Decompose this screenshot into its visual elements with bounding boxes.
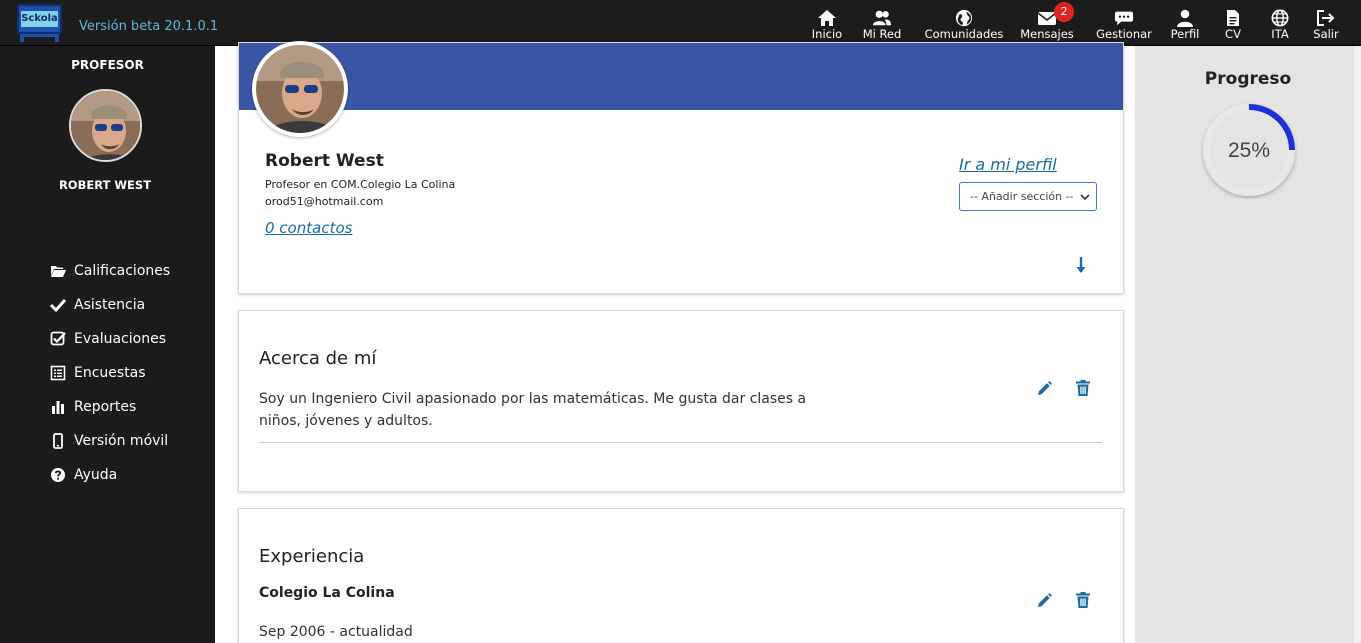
edit-about-pencil-icon[interactable]	[1035, 380, 1053, 398]
profile-avatar[interactable]	[252, 41, 348, 137]
sidebar: PROFESOR ROBERT WEST Calificaciones Asis…	[0, 46, 215, 643]
sidebar-item-asistencia[interactable]: Asistencia	[50, 288, 170, 322]
sidebar-item-evaluaciones[interactable]: Evaluaciones	[50, 322, 170, 356]
progress-title: Progreso	[1204, 69, 1292, 89]
mobile-icon	[53, 433, 63, 449]
arrow-down-icon[interactable]	[1074, 255, 1088, 275]
nav-perfil[interactable]: Perfil	[1168, 0, 1202, 46]
experience-card: Experiencia Colegio La Colina Sep 2006 -…	[238, 508, 1124, 643]
sidebar-item-ayuda[interactable]: Ayuda	[50, 458, 170, 492]
main-content: Robert West Profesor en COM.Colegio La C…	[215, 41, 1135, 643]
globe-icon	[955, 9, 973, 27]
messages-count-badge: 2	[1054, 2, 1074, 22]
nav-comunidades[interactable]: Comunidades	[925, 0, 1003, 46]
profile-photo	[256, 45, 344, 133]
world-icon	[1271, 9, 1289, 27]
experience-title: Experiencia	[259, 546, 365, 567]
sidebar-item-encuestas[interactable]: Encuestas	[50, 356, 170, 390]
experience-organization: Colegio La Colina	[259, 585, 395, 601]
folder-open-icon	[51, 266, 66, 277]
about-divider	[259, 442, 1102, 443]
sidebar-item-label: Encuestas	[74, 365, 146, 381]
sckola-logo[interactable]: Sckola	[17, 4, 62, 42]
chat-bubble-icon	[1114, 11, 1134, 26]
about-card: Acerca de mí Soy un Ingeniero Civil apas…	[238, 310, 1124, 492]
progress-panel: Progreso 25%	[1135, 46, 1361, 643]
experience-dates: Sep 2006 - actualidad	[259, 624, 413, 640]
avatar-photo	[71, 91, 140, 160]
check-icon	[50, 298, 66, 313]
chevron-down-icon	[1080, 194, 1090, 201]
nav-ita[interactable]: ITA	[1265, 0, 1295, 46]
nav-mi-red[interactable]: Mi Red	[858, 0, 906, 46]
sidebar-item-label: Ayuda	[74, 467, 118, 483]
contacts-link[interactable]: 0 contactos	[265, 219, 352, 237]
progress-ring: 25%	[1203, 104, 1295, 196]
about-text: Soy un Ingeniero Civil apasionado por la…	[259, 391, 807, 429]
nav-cv[interactable]: CV	[1219, 0, 1247, 46]
progress-percent: 25%	[1228, 139, 1270, 162]
delete-experience-trash-icon[interactable]	[1074, 591, 1092, 609]
nav-inicio[interactable]: Inicio	[808, 0, 846, 46]
profile-name: Robert West	[265, 151, 384, 171]
profile-card: Robert West Profesor en COM.Colegio La C…	[238, 41, 1124, 294]
profile-role: Profesor en COM.Colegio La Colina	[265, 178, 456, 191]
nav-gestionar[interactable]: Gestionar	[1096, 0, 1152, 46]
nav-salir-label: Salir	[1313, 27, 1339, 41]
logo-board: Sckola	[17, 4, 62, 34]
user-role: PROFESOR	[71, 58, 144, 72]
profile-email: orod51@hotmail.com	[265, 195, 384, 208]
scrollbar[interactable]	[1354, 46, 1361, 643]
go-to-profile-link[interactable]: Ir a mi perfil	[959, 155, 1057, 174]
nav-ita-label: ITA	[1271, 27, 1289, 41]
sidebar-item-label: Reportes	[74, 399, 137, 415]
nav-cv-label: CV	[1225, 27, 1241, 41]
logo-stand	[20, 34, 59, 42]
nav-mi-red-label: Mi Red	[862, 27, 902, 41]
sidebar-item-reportes[interactable]: Reportes	[50, 390, 170, 424]
sidebar-item-label: Versión móvil	[74, 433, 169, 449]
about-title: Acerca de mí	[259, 348, 377, 369]
nav-gestionar-label: Gestionar	[1096, 27, 1152, 41]
nav-mensajes-label: Mensajes	[1020, 27, 1074, 41]
document-icon	[1227, 10, 1239, 26]
user-name: ROBERT WEST	[58, 178, 152, 192]
users-icon	[872, 10, 892, 26]
list-icon	[50, 365, 66, 381]
logout-icon	[1317, 10, 1335, 26]
sidebar-item-version-movil[interactable]: Versión móvil	[50, 424, 170, 458]
sidebar-item-calificaciones[interactable]: Calificaciones	[50, 254, 170, 288]
delete-about-trash-icon[interactable]	[1074, 379, 1092, 397]
profile-banner	[239, 43, 1123, 110]
top-navbar: Sckola Versión beta 20.1.0.1 Inicio Mi R…	[0, 0, 1361, 46]
sidebar-item-label: Evaluaciones	[74, 331, 166, 347]
add-section-select[interactable]: -- Añadir sección --	[959, 182, 1097, 211]
version-label: Versión beta 20.1.0.1	[79, 19, 219, 34]
edit-experience-pencil-icon[interactable]	[1035, 592, 1053, 610]
nav-salir[interactable]: Salir	[1311, 0, 1341, 46]
nav-perfil-label: Perfil	[1170, 27, 1200, 41]
sidebar-avatar[interactable]	[69, 89, 142, 162]
bar-chart-icon	[52, 401, 64, 414]
sidebar-item-label: Asistencia	[74, 297, 146, 313]
sidebar-menu: Calificaciones Asistencia Evaluaciones E…	[50, 254, 170, 492]
nav-inicio-label: Inicio	[811, 27, 843, 41]
question-circle-icon	[51, 468, 65, 482]
logo-text: Sckola	[21, 11, 58, 27]
sidebar-item-label: Calificaciones	[74, 263, 171, 279]
home-icon	[818, 10, 836, 26]
nav-comunidades-label: Comunidades	[924, 27, 1004, 41]
user-icon	[1177, 9, 1193, 27]
check-square-icon	[50, 331, 66, 346]
add-section-value: -- Añadir sección --	[970, 190, 1074, 203]
